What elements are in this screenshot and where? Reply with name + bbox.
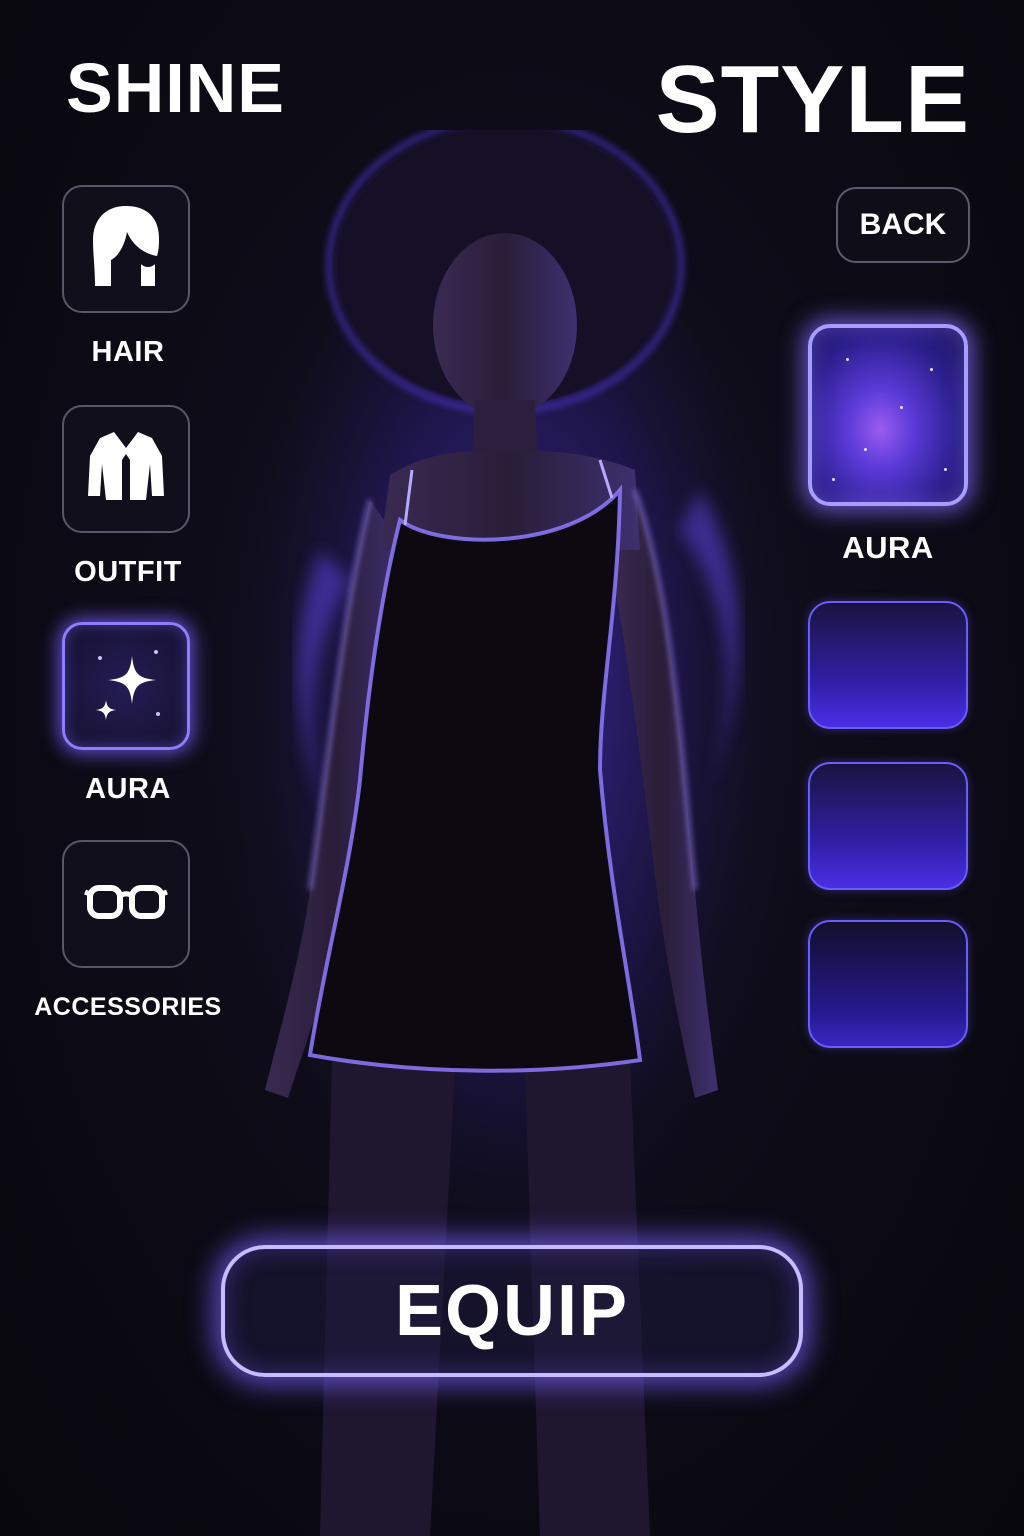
aura-option-selected[interactable] xyxy=(808,324,968,506)
category-label-outfit: OUTFIT xyxy=(74,556,182,588)
aura-option-2[interactable] xyxy=(808,601,968,729)
equip-button[interactable]: EQUIP xyxy=(221,1245,803,1377)
character-customization-screen: SHINE STYLE HAIR OUTFIT AURA ACCESSORIES… xyxy=(0,0,1024,1536)
jacket-icon xyxy=(86,430,166,509)
star-dot xyxy=(846,358,849,361)
hair-icon xyxy=(89,202,163,297)
sparkle-icon xyxy=(86,644,166,729)
category-outfit-button[interactable] xyxy=(62,405,190,533)
star-dot xyxy=(900,406,903,409)
category-label-aura: AURA xyxy=(85,773,171,805)
aura-option-4[interactable] xyxy=(808,920,968,1048)
selected-aura-label: AURA xyxy=(842,530,934,565)
star-dot xyxy=(930,368,933,371)
category-aura-button[interactable] xyxy=(62,622,190,750)
category-hair-button[interactable] xyxy=(62,185,190,313)
aura-option-3[interactable] xyxy=(808,762,968,890)
star-dot xyxy=(944,468,947,471)
back-button[interactable]: BACK xyxy=(836,187,970,263)
star-dot xyxy=(832,478,835,481)
title-style: STYLE xyxy=(655,46,970,153)
category-label-accessories: ACCESSORIES xyxy=(34,993,222,1021)
title-shine: SHINE xyxy=(66,49,285,127)
category-accessories-button[interactable] xyxy=(62,840,190,968)
glasses-icon xyxy=(84,882,168,927)
category-label-hair: HAIR xyxy=(91,336,165,368)
star-dot xyxy=(864,448,867,451)
